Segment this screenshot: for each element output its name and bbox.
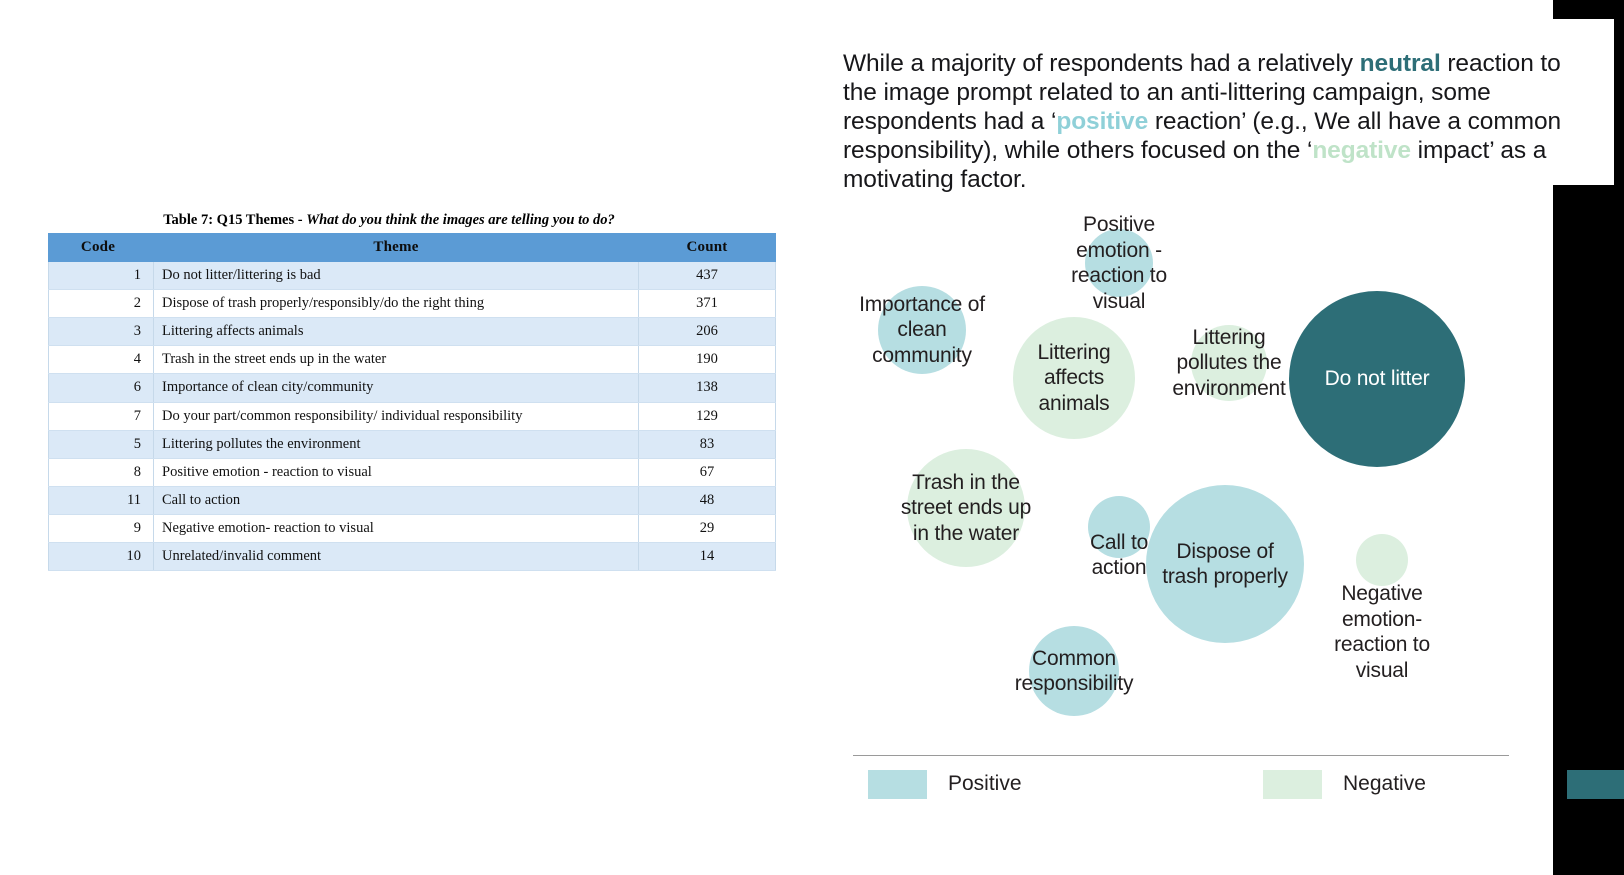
legend-swatch-positive: [868, 769, 927, 799]
cell-theme: Negative emotion- reaction to visual: [153, 513, 639, 544]
cell-code: 7: [48, 401, 154, 431]
legend-item-neutral[interactable]: Neutral: [1567, 769, 1624, 799]
themes-table-body: 1 Do not litter/littering is bad 437 2 Dispo…: [48, 260, 776, 572]
cell-theme: Littering affects animals: [153, 317, 639, 347]
cell-count: 29: [638, 513, 776, 544]
keyword-negative: negative: [1312, 136, 1411, 164]
table-row: 10 Unrelated/invalid comment 14: [48, 542, 776, 572]
table-row: 2 Dispose of trash properly/responsibly/d…: [48, 289, 776, 319]
column-header-theme: Theme: [153, 233, 639, 262]
column-header-count: Count: [638, 233, 776, 262]
legend-item-negative[interactable]: Negative: [1263, 769, 1426, 799]
cell-code: 4: [48, 345, 154, 375]
cell-count: 129: [638, 401, 776, 431]
cell-theme: Positive emotion - reaction to visual: [153, 457, 639, 487]
cell-count: 371: [638, 289, 776, 319]
cell-count: 437: [638, 260, 776, 291]
cell-count: 14: [638, 542, 776, 572]
bubble-label: Call to action: [1089, 530, 1149, 580]
cell-count: 206: [638, 317, 776, 347]
table-caption-plain: Table 7: Q15 Themes -: [163, 212, 307, 228]
narrative-paragraph: While a majority of respondents had a re…: [843, 49, 1573, 194]
narrative-segment-1: While a majority of respondents had a re…: [843, 49, 1360, 77]
legend-divider: [853, 755, 1509, 756]
themes-table: Code Theme Count 1 Do not litter/litterin…: [48, 233, 776, 572]
table-row: 5 Littering pollutes the environment 83: [48, 429, 776, 459]
themes-table-block: Table 7: Q15 Themes - What do you think …: [48, 212, 776, 572]
table-row: 3 Littering affects animals 206: [48, 317, 776, 347]
legend-item-positive[interactable]: Positive: [868, 769, 1022, 799]
bubble-label: Importance of clean community: [859, 292, 985, 367]
cell-theme: Do your part/common responsibility/ indi…: [153, 401, 639, 431]
table-row: 8 Positive emotion - reaction to visual 67: [48, 457, 776, 487]
bubble-chart: Do not litter Dispose of trash properly Li…: [825, 185, 1553, 745]
keyword-positive: positive: [1056, 107, 1149, 135]
cell-theme: Unrelated/invalid comment: [153, 542, 639, 572]
cell-theme: Do not litter/littering is bad: [153, 260, 639, 291]
table-row: 7 Do your part/common responsibility/ ind…: [48, 401, 776, 431]
cell-code: 6: [48, 373, 154, 403]
cell-count: 83: [638, 429, 776, 459]
cell-code: 5: [48, 429, 154, 459]
cell-code: 8: [48, 457, 154, 487]
cell-code: 9: [48, 513, 154, 544]
bubble-label: Negative emotion- reaction to visual: [1334, 582, 1430, 682]
keyword-neutral: neutral: [1359, 49, 1441, 77]
slide-canvas: While a majority of respondents had a re…: [0, 0, 1624, 875]
bubble-negative-emotion--reaction-to-visual[interactable]: [1356, 534, 1408, 586]
table-caption: Table 7: Q15 Themes - What do you think …: [48, 212, 730, 229]
cell-code: 1: [48, 260, 154, 291]
cell-count: 190: [638, 345, 776, 375]
cell-code: 11: [48, 485, 154, 515]
table-row: 9 Negative emotion- reaction to visual 29: [48, 513, 776, 544]
bubble-label: Positive emotion - reaction to visual: [1071, 213, 1167, 313]
cell-code: 3: [48, 317, 154, 347]
cell-code: 10: [48, 542, 154, 572]
cell-theme: Call to action: [153, 485, 639, 515]
cell-code: 2: [48, 289, 154, 319]
cell-count: 138: [638, 373, 776, 403]
bubble-label: Trash in the street ends up in the water: [900, 470, 1032, 545]
table-header-row: Code Theme Count: [48, 233, 776, 262]
legend-swatch-negative: [1263, 769, 1322, 799]
column-header-code: Code: [48, 233, 154, 262]
legend-label: Positive: [948, 772, 1022, 795]
legend-label: Negative: [1343, 772, 1426, 795]
table-caption-question: What do you think the images are telling…: [306, 212, 615, 228]
cell-count: 48: [638, 485, 776, 515]
bubble-label: Common responsibility: [1014, 646, 1134, 696]
bubble-label: Littering affects animals: [1037, 340, 1111, 415]
table-row: 1 Do not litter/littering is bad 437: [48, 260, 776, 291]
legend-swatch-neutral: [1567, 769, 1624, 799]
frame-band-top-right: [1553, 0, 1624, 19]
table-row: 6 Importance of clean city/community 138: [48, 373, 776, 403]
cell-theme: Littering pollutes the environment: [153, 429, 639, 459]
cell-count: 67: [638, 457, 776, 487]
table-row: 11 Call to action 48: [48, 485, 776, 515]
cell-theme: Trash in the street ends up in the water: [153, 345, 639, 375]
table-row: 4 Trash in the street ends up in the wate…: [48, 345, 776, 375]
cell-theme: Importance of clean city/community: [153, 373, 639, 403]
cell-theme: Dispose of trash properly/responsibly/do…: [153, 289, 639, 319]
bubble-label: Littering pollutes the environment: [1172, 325, 1286, 400]
